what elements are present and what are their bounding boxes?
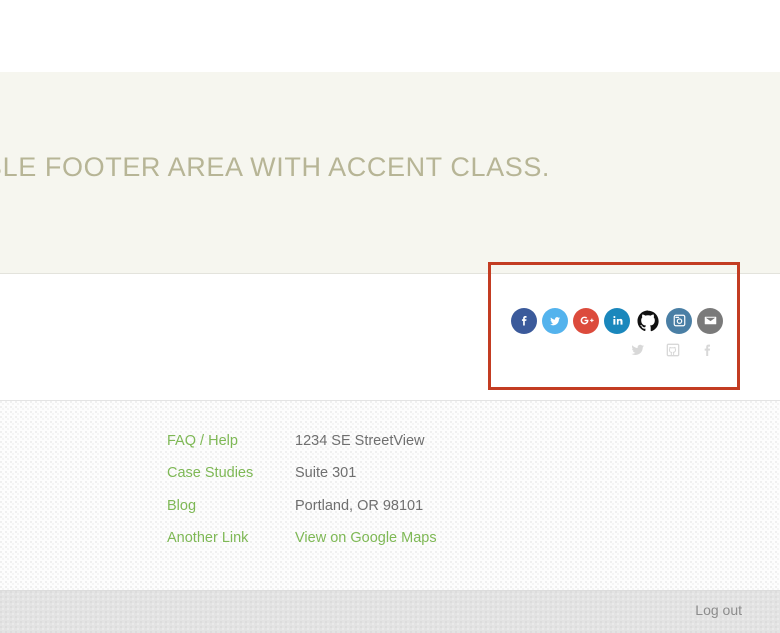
logout-link[interactable]: Log out bbox=[695, 602, 742, 618]
email-icon[interactable] bbox=[697, 307, 723, 334]
github-icon[interactable] bbox=[635, 307, 661, 334]
social-primary-row bbox=[511, 307, 723, 334]
instagram-icon[interactable] bbox=[666, 307, 692, 334]
facebook-icon[interactable] bbox=[511, 307, 537, 334]
google-plus-icon[interactable] bbox=[573, 307, 599, 334]
facebook-f-icon[interactable] bbox=[699, 342, 716, 359]
twitter-bird-icon[interactable] bbox=[629, 342, 646, 359]
social-icons-container bbox=[488, 262, 746, 390]
accent-headline: BLE FOOTER AREA WITH ACCENT CLASS. bbox=[0, 152, 551, 182]
address-street: 1234 SE StreetView bbox=[295, 433, 425, 449]
top-white-space bbox=[0, 0, 780, 72]
address-suite: Suite 301 bbox=[295, 465, 357, 482]
social-icons-region bbox=[0, 262, 780, 400]
linkedin-icon[interactable] bbox=[604, 307, 630, 334]
footer-links-column: FAQ / Help Case Studies Blog Another Lin… bbox=[0, 433, 295, 564]
footer-main: FAQ / Help Case Studies Blog Another Lin… bbox=[0, 400, 780, 590]
footer-link-another-link[interactable]: Another Link bbox=[167, 530, 295, 547]
accent-footer-band: BLE FOOTER AREA WITH ACCENT CLASS. bbox=[0, 72, 780, 274]
footer-link-faq-help[interactable]: FAQ / Help bbox=[167, 433, 295, 450]
footer-link-blog[interactable]: Blog bbox=[167, 498, 295, 515]
bottom-bar: Log out bbox=[0, 590, 780, 633]
github-outline-icon[interactable] bbox=[664, 342, 681, 359]
view-on-google-maps-link[interactable]: View on Google Maps bbox=[295, 530, 595, 547]
footer-link-case-studies[interactable]: Case Studies bbox=[167, 465, 295, 482]
twitter-icon[interactable] bbox=[542, 307, 568, 334]
social-secondary-row bbox=[629, 342, 738, 359]
footer-columns: FAQ / Help Case Studies Blog Another Lin… bbox=[0, 401, 780, 564]
footer-address-column: 1234 SE StreetView Suite 301 Portland, O… bbox=[295, 433, 595, 564]
address-city-state-zip: Portland, OR 98101 bbox=[295, 497, 424, 514]
